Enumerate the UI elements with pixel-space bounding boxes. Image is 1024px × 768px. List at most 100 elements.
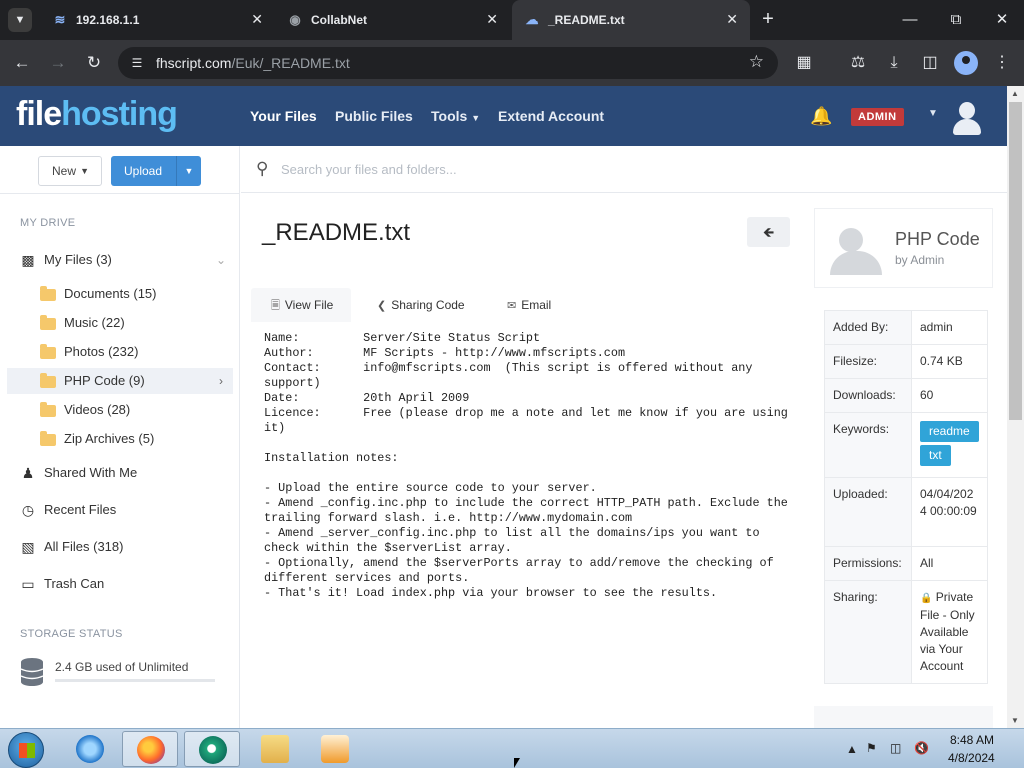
folder-icon bbox=[40, 310, 56, 336]
search-input[interactable] bbox=[281, 158, 781, 180]
start-button[interactable] bbox=[8, 732, 44, 768]
page-scrollbar[interactable]: ▲ ▼ bbox=[1007, 86, 1024, 728]
tab-title: CollabNet bbox=[311, 13, 368, 27]
taskbar-firefox[interactable] bbox=[122, 731, 178, 767]
owner-name: by Admin bbox=[895, 253, 945, 267]
panel-footer bbox=[814, 706, 993, 728]
browser-tab-readme[interactable]: ☁ _README.txt ✕ bbox=[512, 0, 750, 40]
internet-explorer-icon bbox=[76, 735, 104, 763]
scrollbar-thumb[interactable] bbox=[1009, 102, 1022, 420]
labs-flask-icon[interactable]: ⚖ bbox=[846, 51, 870, 75]
tray-expand-icon[interactable]: ▲ bbox=[846, 742, 858, 756]
detail-value: All bbox=[911, 546, 988, 581]
clock-time[interactable]: 8:48 AM bbox=[950, 733, 994, 747]
chevron-down-icon[interactable]: ⌄ bbox=[216, 247, 226, 273]
tab-view-file[interactable]: 🗏 View File bbox=[251, 288, 351, 322]
sidebar-folder-documents[interactable]: Documents (15) bbox=[0, 281, 240, 307]
sidebar-folder-music[interactable]: Music (22) bbox=[0, 310, 240, 336]
user-avatar-icon[interactable] bbox=[950, 100, 984, 136]
sidebar-item-my-files[interactable]: ▩ My Files (3) ⌄ bbox=[0, 247, 240, 273]
site-logo[interactable]: filehosting bbox=[16, 95, 178, 134]
reload-icon[interactable]: ↻ bbox=[82, 51, 106, 75]
table-row: Added By: admin bbox=[824, 310, 988, 345]
admin-badge[interactable]: ADMIN bbox=[851, 108, 904, 126]
page-title: _README.txt bbox=[262, 219, 411, 246]
storage-usage-text: 2.4 GB used of Unlimited bbox=[55, 660, 189, 674]
trash-icon: ▭ bbox=[21, 576, 35, 592]
sidebar-item-label: Zip Archives (5) bbox=[64, 431, 155, 446]
action-center-flag-icon[interactable]: ⚑ bbox=[866, 741, 877, 755]
volume-muted-icon[interactable]: 🔇 bbox=[914, 741, 929, 755]
taskbar-media-player[interactable] bbox=[307, 731, 363, 767]
download-icon[interactable]: ⤓ bbox=[882, 51, 906, 75]
tab-title: 192.168.1.1 bbox=[76, 13, 140, 27]
database-icon bbox=[20, 657, 44, 690]
browser-tab-collabnet[interactable]: ◉ CollabNet ✕ bbox=[275, 0, 510, 40]
sidebar-folder-videos[interactable]: Videos (28) bbox=[0, 397, 240, 423]
side-panel-icon[interactable]: ◫ bbox=[918, 51, 942, 75]
extensions-icon[interactable]: ▦ bbox=[792, 51, 816, 75]
logo-text-hosting: hosting bbox=[61, 95, 178, 133]
new-tab-button[interactable]: + bbox=[758, 8, 778, 32]
bookmark-star-icon[interactable]: ☆ bbox=[749, 52, 764, 72]
close-tab-icon[interactable]: ✕ bbox=[251, 11, 263, 28]
sidebar-item-trash[interactable]: ▭ Trash Can bbox=[0, 571, 240, 597]
restore-icon[interactable]: ⧉ bbox=[944, 8, 968, 32]
tab-sharing-code[interactable]: ❮ Sharing Code bbox=[377, 288, 487, 322]
folder-icon bbox=[40, 281, 56, 307]
network-icon[interactable]: ◫ bbox=[890, 741, 901, 755]
taskbar-explorer[interactable] bbox=[247, 731, 303, 767]
keyword-tag[interactable]: txt bbox=[920, 445, 951, 466]
tab-email[interactable]: ✉ Email bbox=[507, 288, 577, 322]
chevron-right-icon[interactable]: › bbox=[219, 368, 223, 394]
address-bar[interactable]: ☰ fhscript.com/Euk/_README.txt ☆ bbox=[118, 47, 778, 79]
arrow-left-icon: 🡸 bbox=[762, 224, 775, 240]
new-button[interactable]: New ▼ bbox=[38, 156, 102, 186]
nav-extend-account[interactable]: Extend Account bbox=[498, 108, 604, 124]
sidebar-folder-zip-archives[interactable]: Zip Archives (5) bbox=[0, 426, 240, 452]
clock-date[interactable]: 4/8/2024 bbox=[948, 751, 995, 765]
site-info-icon[interactable]: ☰ bbox=[128, 54, 146, 72]
bell-icon[interactable]: 🔔 bbox=[810, 106, 832, 127]
forward-arrow-icon[interactable]: → bbox=[46, 51, 70, 75]
detail-value: 04/04/2024 00:00:09 bbox=[911, 477, 988, 547]
lock-icon: 🔒 bbox=[920, 593, 933, 604]
url-path: /Euk/_README.txt bbox=[231, 55, 350, 71]
sidebar-item-all-files[interactable]: ▧ All Files (318) bbox=[0, 534, 240, 560]
chrome-menu-icon[interactable]: ⋮ bbox=[990, 51, 1014, 75]
file-tabs: 🗏 View File ❮ Sharing Code ✉ Email bbox=[251, 288, 799, 322]
sidebar-item-label: Photos (232) bbox=[64, 344, 139, 359]
table-row: Permissions: All bbox=[824, 546, 988, 581]
sidebar-folder-photos[interactable]: Photos (232) bbox=[0, 339, 240, 365]
scroll-down-icon[interactable]: ▼ bbox=[1011, 716, 1019, 725]
upload-button[interactable]: Upload ▼ bbox=[111, 156, 201, 186]
caret-down-icon[interactable]: ▼ bbox=[928, 108, 938, 119]
minimize-icon[interactable]: — bbox=[898, 8, 922, 32]
sidebar-folder-php-code[interactable]: PHP Code (9) › bbox=[7, 368, 233, 394]
nav-tools[interactable]: Tools ▼ bbox=[431, 108, 480, 124]
profile-avatar-icon[interactable] bbox=[954, 51, 978, 75]
close-tab-icon[interactable]: ✕ bbox=[726, 11, 738, 28]
nav-your-files[interactable]: Your Files bbox=[250, 108, 317, 124]
nav-public-files[interactable]: Public Files bbox=[335, 108, 413, 124]
sidebar-item-shared[interactable]: ♟ Shared With Me bbox=[0, 460, 240, 486]
detail-value: 60 bbox=[911, 378, 988, 413]
taskbar-chrome[interactable] bbox=[184, 731, 240, 767]
windows-taskbar: ▲ ⚑ ◫ 🔇 8:48 AM 4/8/2024 bbox=[0, 728, 1024, 768]
close-window-icon[interactable]: ✕ bbox=[990, 8, 1014, 32]
sidebar-item-recent[interactable]: ◷ Recent Files bbox=[0, 497, 240, 523]
back-arrow-icon[interactable]: ← bbox=[10, 51, 34, 75]
tab-search-button[interactable]: ▼ bbox=[8, 8, 32, 32]
url-text[interactable]: fhscript.com/Euk/_README.txt bbox=[156, 55, 350, 71]
scroll-up-icon[interactable]: ▲ bbox=[1011, 89, 1019, 98]
browser-tab-router[interactable]: ≋ 192.168.1.1 ✕ bbox=[40, 0, 275, 40]
back-button[interactable]: 🡸 bbox=[747, 217, 790, 247]
site-header: filehosting Your Files Public Files Tool… bbox=[0, 86, 1007, 146]
folder-explorer-icon bbox=[261, 735, 289, 763]
storage-progress-bar bbox=[55, 679, 215, 682]
folder-icon bbox=[40, 426, 56, 452]
close-tab-icon[interactable]: ✕ bbox=[486, 11, 498, 28]
taskbar-internet-explorer[interactable] bbox=[62, 731, 118, 767]
caret-down-icon[interactable]: ▼ bbox=[176, 156, 201, 186]
keyword-tag[interactable]: readme bbox=[920, 421, 979, 442]
